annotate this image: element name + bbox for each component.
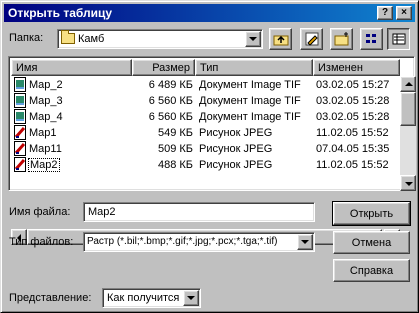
close-icon[interactable]: × [396, 6, 412, 20]
folder-label: Папка: [9, 32, 44, 44]
open-table-dialog: Открыть таблицу ? × Папка: Камб Имя Разм… [0, 0, 419, 313]
file-type: Рисунок JPEG [199, 143, 273, 155]
column-header-modified[interactable]: Изменен [313, 59, 400, 76]
favorites-button[interactable] [300, 28, 323, 50]
jpeg-file-icon [14, 141, 26, 156]
file-type: Документ Image TIF [199, 79, 301, 91]
details-icon [392, 33, 405, 45]
folder-value: Камб [78, 33, 105, 45]
file-modified: 03.02.05 15:28 [316, 111, 390, 123]
column-header-name[interactable]: Имя [11, 59, 132, 76]
table-row[interactable]: Map_4 6 560 КБ Документ Image TIF 03.02.05 … [11, 109, 397, 125]
jpeg-file-icon [14, 157, 26, 172]
new-folder-icon [334, 32, 348, 46]
window-title: Открыть таблицу [8, 6, 113, 20]
arrow-up-icon [405, 82, 413, 86]
arrow-down-icon [405, 182, 413, 186]
scroll-down-button[interactable] [400, 175, 416, 191]
file-name: Map11 [29, 143, 62, 155]
pencil-icon [305, 32, 318, 46]
new-folder-button[interactable] [330, 28, 353, 50]
folder-combo[interactable]: Камб [57, 29, 263, 49]
column-header-size[interactable]: Размер [132, 59, 195, 76]
cancel-button[interactable]: Отмена [333, 231, 410, 254]
list-view-button[interactable] [360, 28, 383, 50]
file-size: 6 560 КБ [148, 95, 193, 107]
file-modified: 11.02.05 15:52 [316, 159, 389, 171]
file-size: 488 КБ [157, 159, 193, 171]
vertical-scroll-thumb[interactable] [400, 92, 416, 126]
filename-value: Map2 [88, 206, 116, 218]
help-button[interactable]: Справка [333, 259, 410, 282]
scroll-up-button[interactable] [400, 76, 416, 92]
help-icon[interactable]: ? [377, 6, 393, 20]
file-size: 6 489 КБ [148, 79, 193, 91]
view-dropdown-button[interactable] [183, 290, 199, 306]
filetype-select[interactable]: Растр (*.bil;*.bmp;*.gif;*.jpg;*.pcx;*.t… [83, 232, 315, 252]
file-size: 509 КБ [157, 143, 193, 155]
up-folder-icon [273, 35, 288, 46]
up-folder-button[interactable] [269, 28, 292, 50]
folder-icon [61, 30, 75, 44]
filename-label: Имя файла: [9, 206, 71, 218]
file-name: Map_4 [29, 111, 63, 123]
table-row[interactable]: Map_3 6 560 КБ Документ Image TIF 03.02.05 … [11, 93, 397, 109]
table-row[interactable]: Map_2 6 489 КБ Документ Image TIF 03.02.05 … [11, 77, 397, 93]
file-name: Map2 [28, 158, 60, 172]
view-select[interactable]: Как получится [102, 288, 201, 308]
chevron-down-icon [249, 37, 257, 41]
tif-file-icon [14, 109, 26, 124]
file-name: Map1 [29, 127, 57, 139]
file-type: Документ Image TIF [199, 95, 301, 107]
chevron-down-icon [301, 240, 309, 244]
file-list[interactable]: Имя Размер Тип Изменен Map_2 6 489 КБ Доку… [8, 56, 416, 245]
details-view-button[interactable] [387, 28, 410, 50]
file-name: Map_3 [29, 95, 63, 107]
filetype-value: Растр (*.bil;*.bmp;*.gif;*.jpg;*.pcx;*.t… [87, 236, 278, 247]
table-row[interactable]: Map2 488 КБ Рисунок JPEG 11.02.05 15:52 [11, 157, 397, 173]
file-size: 549 КБ [157, 127, 193, 139]
jpeg-file-icon [14, 125, 26, 140]
tif-file-icon [14, 93, 26, 108]
file-type: Рисунок JPEG [199, 127, 273, 139]
filetype-label: Тип файлов: [9, 236, 74, 248]
open-button[interactable]: Открыть [332, 201, 411, 226]
filetype-dropdown-button[interactable] [297, 234, 313, 250]
list-icon [365, 34, 376, 43]
view-value: Как получится [107, 292, 180, 304]
file-modified: 07.04.05 15:35 [316, 143, 390, 155]
filename-input[interactable]: Map2 [83, 202, 315, 222]
vertical-scrollbar[interactable] [400, 76, 416, 191]
file-type: Документ Image TIF [199, 111, 301, 123]
folder-dropdown-button[interactable] [245, 31, 261, 47]
column-header-type[interactable]: Тип [195, 59, 313, 76]
title-bar[interactable]: Открыть таблицу ? × [4, 4, 415, 22]
file-modified: 03.02.05 15:28 [316, 95, 390, 107]
file-modified: 03.02.05 15:27 [316, 79, 390, 91]
table-row[interactable]: Map1 549 КБ Рисунок JPEG 11.02.05 15:52 [11, 125, 397, 141]
file-modified: 11.02.05 15:52 [316, 127, 389, 139]
file-name: Map_2 [29, 79, 63, 91]
table-row[interactable]: Map11 509 КБ Рисунок JPEG 07.04.05 15:35 [11, 141, 397, 157]
chevron-down-icon [187, 296, 195, 300]
file-type: Рисунок JPEG [199, 159, 273, 171]
file-size: 6 560 КБ [148, 111, 193, 123]
view-label: Представление: [9, 292, 92, 304]
tif-file-icon [14, 77, 26, 92]
